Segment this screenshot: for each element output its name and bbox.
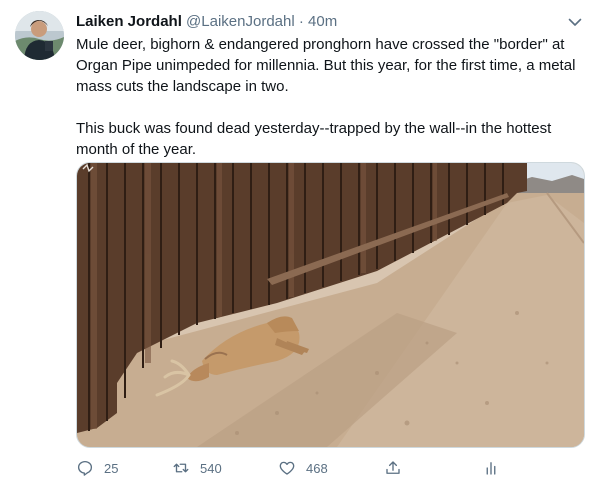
tweet-paragraph: This buck was found dead yesterday--trap…: [76, 120, 552, 158]
retweet-count: 540: [200, 460, 222, 476]
author-name[interactable]: Laiken Jordahl: [76, 13, 182, 30]
tweet[interactable]: Laiken Jordahl @LaikenJordahl · 40m Mule…: [0, 0, 598, 491]
avatar-photo: [15, 11, 64, 60]
like-count: 468: [306, 460, 328, 476]
tweet-text: Mule deer, bighorn & endangered pronghor…: [76, 34, 581, 160]
reply-count: 25: [104, 460, 119, 476]
tweet-paragraph: Mule deer, bighorn & endangered pronghor…: [76, 36, 576, 95]
retweet-button[interactable]: 540: [172, 456, 222, 480]
tweet-photo[interactable]: [76, 162, 585, 448]
retweet-icon: [172, 459, 190, 477]
share-icon: [384, 459, 402, 477]
heart-icon: [278, 459, 296, 477]
like-button[interactable]: 468: [278, 456, 328, 480]
analytics-button[interactable]: [482, 456, 510, 480]
reply-button[interactable]: 25: [76, 456, 118, 480]
tweet-actions: 25 540 468: [76, 456, 516, 480]
analytics-icon: [482, 459, 500, 477]
tweet-header: Laiken Jordahl @LaikenJordahl · 40m: [76, 12, 337, 32]
avatar[interactable]: [15, 11, 64, 60]
separator: ·: [298, 13, 304, 30]
timestamp[interactable]: 40m: [308, 13, 337, 30]
share-button[interactable]: [384, 456, 412, 480]
reply-icon: [76, 459, 94, 477]
photo-border-wall-deer: [77, 163, 584, 447]
author-handle[interactable]: @LaikenJordahl: [186, 13, 295, 30]
chevron-down-icon[interactable]: [566, 13, 584, 31]
